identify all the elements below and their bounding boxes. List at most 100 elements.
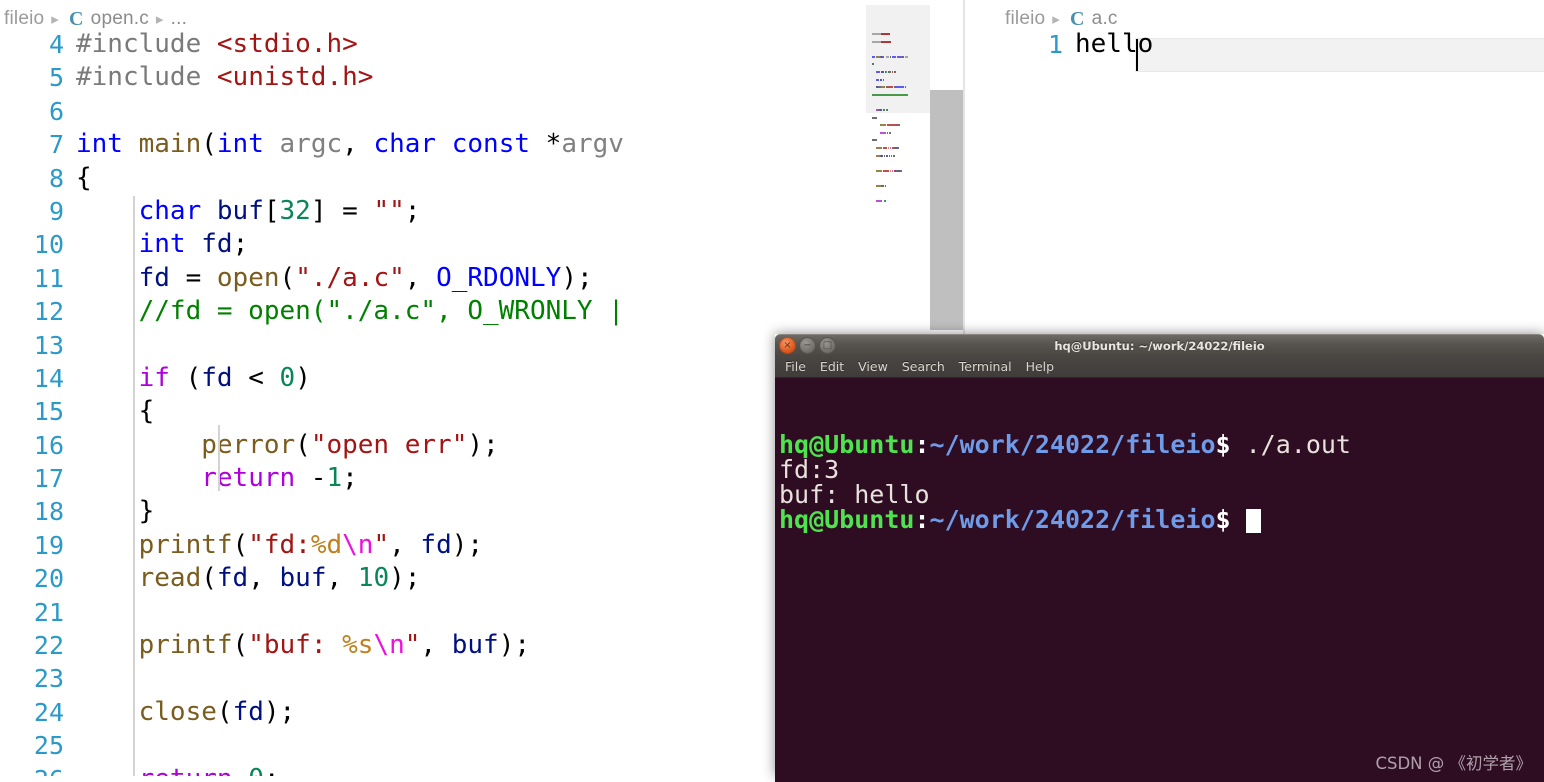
- line-number: 5: [48, 63, 64, 93]
- menu-item-edit[interactable]: Edit: [820, 359, 844, 374]
- minimap-segment: [896, 86, 904, 89]
- line-number: 19: [33, 530, 64, 560]
- code-line[interactable]: 13: [0, 329, 866, 362]
- breadcrumb-folder[interactable]: fileio: [4, 8, 44, 30]
- minimap-segment: [876, 147, 882, 149]
- terminal-title: hq@Ubuntu: ~/work/24022/fileio: [1054, 338, 1265, 353]
- code-line-text: read(fd, buf, 10);: [138, 563, 421, 594]
- chevron-right-icon-right: ▸: [1052, 11, 1061, 28]
- minimap-segment: [883, 147, 888, 149]
- breadcrumb-folder-right[interactable]: fileio: [1005, 8, 1045, 30]
- menu-item-help[interactable]: Help: [1026, 359, 1055, 374]
- breadcrumb-ellipsis[interactable]: ...: [171, 8, 187, 30]
- minimap-segment: [904, 55, 909, 58]
- line-number: 9: [48, 196, 64, 226]
- prompt-command: [1231, 505, 1246, 534]
- chevron-right-icon-2: ▸: [155, 11, 164, 28]
- menu-item-file[interactable]: File: [785, 359, 806, 374]
- code-line-text: }: [76, 496, 155, 527]
- terminal-menubar[interactable]: File Edit View Search Terminal Help: [775, 356, 1544, 378]
- terminal-prompt-line: hq@Ubuntu:~/work/24022/fileio$ ./a.out: [779, 432, 1544, 457]
- code-line[interactable]: 5 #include <unistd.h>: [0, 61, 866, 94]
- code-editor-right[interactable]: 1 hello: [965, 28, 1544, 328]
- code-line[interactable]: 25: [0, 729, 866, 762]
- close-icon[interactable]: ×: [779, 337, 796, 354]
- code-line[interactable]: 9 char buf[32] = "";: [0, 195, 866, 228]
- line-number: 23: [33, 664, 64, 694]
- code-line-text: #include <unistd.h>: [76, 62, 374, 93]
- line-number: 21: [33, 597, 64, 627]
- prompt-colon: :: [914, 430, 930, 459]
- code-line[interactable]: 21: [0, 596, 866, 629]
- terminal-titlebar[interactable]: × − □ hq@Ubuntu: ~/work/24022/fileio: [775, 334, 1544, 356]
- code-line[interactable]: 11 fd = open("./a.c", O_RDONLY);: [0, 262, 866, 295]
- code-line[interactable]: 24 close(fd);: [0, 696, 866, 729]
- line-number: 16: [33, 430, 64, 460]
- minimap-segment: [872, 139, 877, 142]
- minimap-segment: [887, 124, 898, 127]
- code-line[interactable]: 6: [0, 95, 866, 128]
- minimap-segment: [881, 86, 886, 89]
- line-number: 14: [33, 363, 64, 393]
- terminal-output-line: buf: hello: [779, 482, 1544, 507]
- menu-item-terminal[interactable]: Terminal: [959, 359, 1012, 374]
- minimap-segment: [872, 40, 881, 43]
- prompt-path: ~/work/24022/fileio: [929, 505, 1216, 534]
- terminal-output-line: fd:3: [779, 457, 1544, 482]
- code-line[interactable]: 8{: [0, 162, 866, 195]
- minimap-segment: [898, 124, 900, 127]
- minimap-segment: [889, 131, 892, 134]
- code-line[interactable]: 19 printf("fd:%d\n", fd);: [0, 529, 866, 562]
- code-line-text: {: [76, 162, 92, 193]
- minimap-segment: [876, 185, 881, 187]
- prompt-path: ~/work/24022/fileio: [929, 430, 1216, 459]
- line-number: 7: [48, 130, 64, 160]
- window-controls: × − □: [779, 337, 836, 354]
- minimap-segment: [900, 169, 902, 172]
- minimap-segment: [876, 78, 879, 81]
- code-line[interactable]: 18 }: [0, 495, 866, 528]
- line-number: 15: [33, 397, 64, 427]
- minimap-segment: [880, 131, 887, 134]
- minimap-segment: [881, 71, 884, 73]
- code-line-text: char buf[32] = "";: [138, 195, 421, 226]
- minimap-viewport-slider[interactable]: [866, 5, 930, 113]
- code-line-text: {: [76, 396, 155, 427]
- minimap-segment: [886, 109, 889, 111]
- breadcrumb-file[interactable]: open.c: [91, 8, 149, 30]
- minimap-segment: [881, 40, 892, 43]
- line-number: 26: [0, 763, 76, 776]
- code-line[interactable]: 4 #include <stdio.h>: [0, 28, 866, 61]
- chevron-right-icon: ▸: [51, 11, 60, 28]
- code-line[interactable]: 10 int fd;: [0, 228, 866, 261]
- code-line[interactable]: 17 return -1;: [0, 462, 866, 495]
- code-line[interactable]: 22 printf("buf: %s\n", buf);: [0, 629, 866, 662]
- code-line[interactable]: 26 return 0;: [0, 763, 866, 776]
- minimap-segment: [885, 154, 889, 157]
- breadcrumb-file-right[interactable]: a.c: [1092, 8, 1118, 30]
- line-number: 25: [33, 731, 64, 761]
- code-line[interactable]: 12 //fd = open("./a.c", O_WRONLY |: [0, 295, 866, 328]
- minimap-segment: [876, 71, 880, 73]
- maximize-icon[interactable]: □: [819, 337, 836, 354]
- code-editor-left[interactable]: 4 #include <stdio.h> 5 #include <unistd.h> 6…: [0, 28, 866, 776]
- terminal-window[interactable]: × − □ hq@Ubuntu: ~/work/24022/fileio Fil…: [775, 334, 1544, 782]
- minimap-segment: [872, 55, 875, 58]
- menu-item-view[interactable]: View: [858, 359, 888, 374]
- minimize-icon[interactable]: −: [799, 337, 816, 354]
- code-line[interactable]: 14 if (fd < 0): [0, 362, 866, 395]
- code-line[interactable]: 16 perror("open err");: [0, 429, 866, 462]
- terminal-output[interactable]: hq@Ubuntu:~/work/24022/fileio$ ./a.out fd…: [775, 378, 1544, 782]
- line-number: 6: [48, 96, 64, 126]
- line-number: 17: [33, 464, 64, 494]
- prompt-dollar: $: [1215, 430, 1231, 459]
- editor-scrollbar-thumb[interactable]: [930, 90, 965, 330]
- code-line[interactable]: 20 read(fd, buf, 10);: [0, 562, 866, 595]
- code-line[interactable]: 23: [0, 662, 866, 695]
- menu-item-search[interactable]: Search: [902, 359, 945, 374]
- line-number: 11: [33, 263, 64, 293]
- code-line[interactable]: 1 hello: [965, 28, 1544, 61]
- line-number: 22: [33, 631, 64, 661]
- code-line[interactable]: 15 {: [0, 395, 866, 428]
- code-line[interactable]: 7 int main(int argc, char const *argv: [0, 128, 866, 161]
